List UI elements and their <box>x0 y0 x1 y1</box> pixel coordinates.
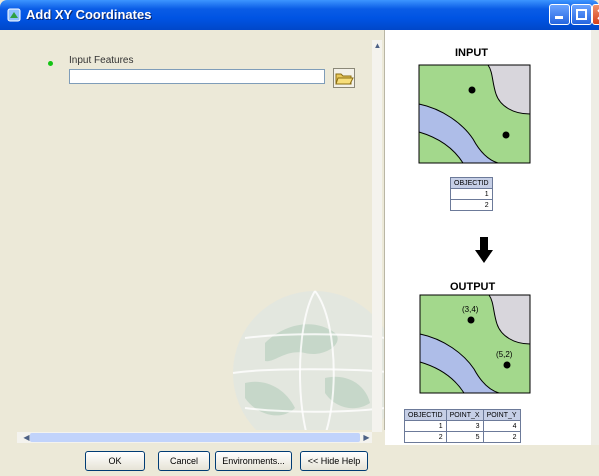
title-bar[interactable]: Add XY Coordinates <box>0 0 599 30</box>
window-title: Add XY Coordinates <box>26 7 152 22</box>
help-vertical-scrollbar[interactable] <box>591 30 599 445</box>
output-map-illustration: (3,4) (5,2) <box>419 294 531 394</box>
environments-button[interactable]: Environments... <box>215 451 292 471</box>
scroll-right-icon[interactable]: ▶ <box>361 432 372 443</box>
point-label-1: (3,4) <box>462 305 479 314</box>
dialog-window: Add XY Coordinates Input Features ▲ ◀ ▶ … <box>0 0 599 476</box>
input-features-label: Input Features <box>69 55 134 66</box>
output-section-title: OUTPUT <box>450 281 496 293</box>
table-cell: 1 <box>404 420 447 432</box>
point-label-2: (5,2) <box>496 350 513 359</box>
minimize-icon <box>555 16 563 19</box>
table-header: OBJECTID <box>404 409 447 421</box>
browse-button[interactable] <box>333 68 355 88</box>
maximize-icon <box>576 9 587 20</box>
input-features-field[interactable] <box>69 69 325 84</box>
input-attribute-table: OBJECTID 1 2 <box>450 177 493 211</box>
hide-help-button[interactable]: << Hide Help <box>300 451 368 471</box>
maximize-button[interactable] <box>571 4 592 25</box>
scroll-left-icon[interactable]: ◀ <box>21 432 32 443</box>
arrow-down-icon <box>475 237 493 263</box>
table-cell: 2 <box>450 199 493 211</box>
table-header: POINT_Y <box>482 409 521 421</box>
table-header: POINT_X <box>445 409 484 421</box>
table-cell: 4 <box>482 420 521 432</box>
table-header: OBJECTID <box>450 177 493 189</box>
cancel-button[interactable]: Cancel <box>158 451 210 471</box>
minimize-button[interactable] <box>549 4 570 25</box>
horizontal-scroll-thumb[interactable] <box>30 433 360 442</box>
scroll-up-icon[interactable]: ▲ <box>372 40 383 51</box>
ok-button[interactable]: OK <box>85 451 145 471</box>
table-cell: 2 <box>404 431 447 443</box>
input-map-illustration <box>418 64 531 164</box>
folder-open-icon <box>335 73 354 85</box>
tool-icon <box>7 8 21 22</box>
globe-watermark-icon <box>232 290 384 430</box>
close-button[interactable] <box>592 4 599 25</box>
required-indicator-icon <box>48 61 53 66</box>
table-cell: 5 <box>445 431 484 443</box>
parameters-vertical-scrollbar[interactable]: ▲ <box>372 40 382 432</box>
output-attribute-table: OBJECTID POINT_X POINT_Y 1 3 4 2 5 2 <box>404 409 521 443</box>
parameters-pane <box>5 30 385 430</box>
table-cell: 1 <box>450 188 493 200</box>
table-cell: 2 <box>482 431 521 443</box>
input-section-title: INPUT <box>455 47 488 59</box>
table-cell: 3 <box>445 420 484 432</box>
